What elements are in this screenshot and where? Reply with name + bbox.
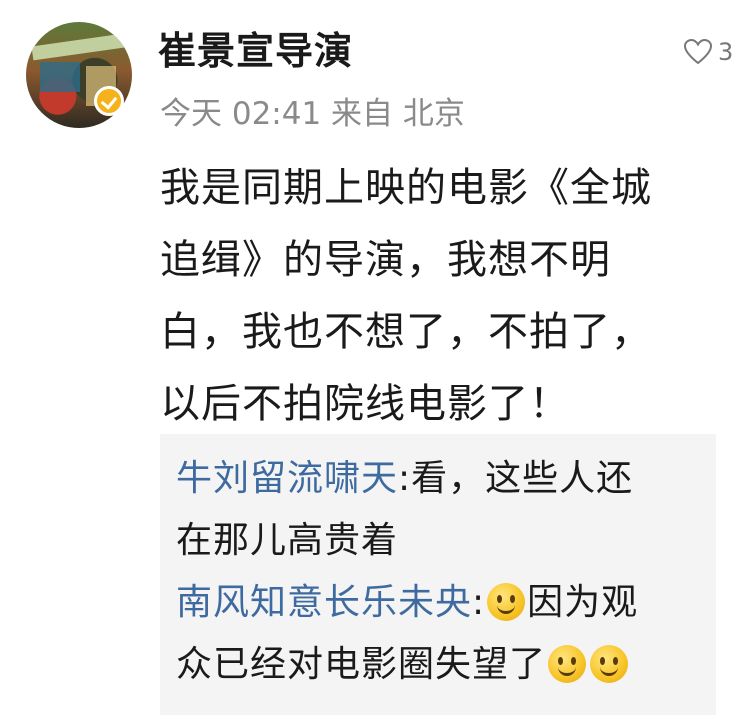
reply-line: 众已经对电影圈失望了 <box>176 634 700 696</box>
post-meta: 今天 02:41 来自 北京 <box>160 96 465 132</box>
verified-badge-icon <box>94 86 124 116</box>
like-button[interactable]: 3 <box>684 38 733 66</box>
reply-text: 众已经对电影圈失望了 <box>176 644 547 685</box>
post-content: 我是同期上映的电影《全城 追缉》的导演，我想不明 白，我也不想了，不拍了， 以后… <box>160 152 720 440</box>
avatar-object-shape <box>40 62 80 92</box>
post-content-line: 白，我也不想了，不拍了， <box>160 309 652 355</box>
like-count: 3 <box>718 38 734 66</box>
smile-emoji-icon <box>548 645 587 683</box>
reply-text: 因为观 <box>527 582 639 623</box>
reply-item: 南风知意长乐未央: 因为观 众已经对电影圈失望了 <box>176 572 700 696</box>
heart-outline-icon <box>684 39 712 65</box>
reply-text: 在那儿高贵着 <box>176 520 399 561</box>
reply-author[interactable]: 南风知意长乐未央 <box>176 582 472 623</box>
weibo-post: 崔景宣导演 今天 02:41 来自 北京 3 我是同期上映的电影《全城 追缉》的… <box>0 0 750 715</box>
avatar-sign-shape <box>31 33 125 61</box>
reply-line: 南风知意长乐未央: 因为观 <box>176 582 639 623</box>
smile-emoji-icon <box>487 583 526 621</box>
post-content-line: 追缉》的导演，我想不明 <box>160 237 611 283</box>
reply-author[interactable]: 牛刘留流啸天 <box>176 458 398 499</box>
username[interactable]: 崔景宣导演 <box>158 20 353 75</box>
post-content-line: 我是同期上映的电影《全城 <box>160 165 652 211</box>
reply-item: 牛刘留流啸天:看，这些人还 在那儿高贵着 <box>176 448 700 572</box>
smile-emoji-icon <box>590 645 629 683</box>
reply-line: 牛刘留流啸天:看，这些人还 <box>176 458 634 499</box>
replies-box[interactable]: 牛刘留流啸天:看，这些人还 在那儿高贵着 南风知意长乐未央: 因为观 众已经对电影… <box>160 434 716 715</box>
reply-text: 看，这些人还 <box>411 458 634 499</box>
post-content-line: 以后不拍院线电影了！ <box>160 381 570 427</box>
reply-line: 在那儿高贵着 <box>176 510 700 572</box>
